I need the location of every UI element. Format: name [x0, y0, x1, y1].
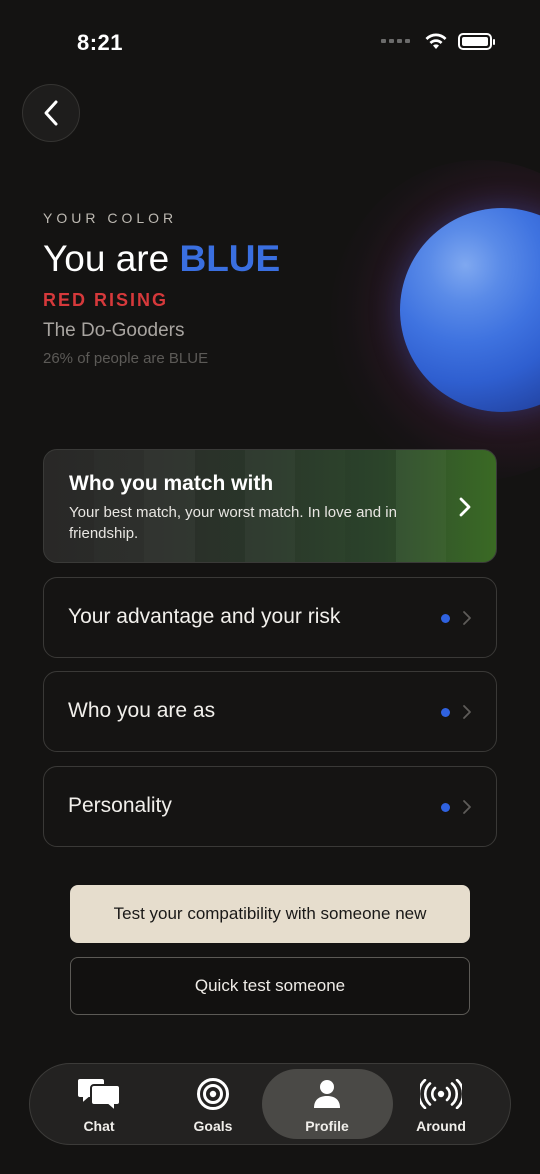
status-dot	[441, 803, 450, 812]
status-dot	[441, 708, 450, 717]
tab-goals[interactable]: Goals	[153, 1064, 273, 1144]
color-orb	[330, 150, 540, 490]
tab-label: Around	[416, 1118, 466, 1134]
tab-label: Chat	[83, 1118, 115, 1134]
list-item-label: Who you are as	[68, 699, 216, 722]
headline-color: BLUE	[179, 238, 281, 279]
back-button[interactable]	[22, 84, 80, 142]
battery-icon	[458, 32, 495, 50]
status-time: 8:21	[77, 30, 124, 55]
list-item-label: Your advantage and your risk	[68, 605, 341, 628]
chevron-left-icon	[44, 100, 58, 126]
percent-text: 26% of people are BLUE	[43, 350, 209, 367]
tab-label: Profile	[305, 1118, 349, 1134]
tab-chat[interactable]: Chat	[39, 1064, 159, 1144]
test-compatibility-button[interactable]: Test your compatibility with someone new	[70, 885, 470, 943]
match-card-description: Your best match, your worst match. In lo…	[69, 504, 397, 542]
status-dot	[441, 614, 450, 623]
chevron-right-icon	[459, 497, 471, 517]
chevron-right-icon	[463, 800, 471, 814]
broadcast-icon	[420, 1079, 462, 1109]
status-icons	[381, 32, 495, 50]
page-title: You are BLUE	[43, 238, 280, 280]
list-item-advantage-risk[interactable]: Your advantage and your risk	[43, 577, 497, 658]
status-bar: 8:21	[0, 0, 540, 90]
tab-around[interactable]: Around	[381, 1064, 501, 1144]
person-icon	[314, 1080, 340, 1108]
cellular-signal-icon	[381, 39, 410, 43]
headline-prefix: You are	[43, 238, 180, 279]
match-card-title: Who you match with	[69, 472, 274, 495]
rising-label: RED RISING	[43, 290, 169, 310]
chat-bubbles-icon	[76, 1077, 121, 1112]
tab-profile[interactable]: Profile	[267, 1064, 387, 1144]
match-card[interactable]: Who you match with Your best match, your…	[43, 449, 497, 563]
tab-bar: Chat Goals Profile Around	[29, 1063, 511, 1145]
quick-test-button[interactable]: Quick test someone	[70, 957, 470, 1015]
group-name: The Do-Gooders	[43, 320, 185, 341]
tab-label: Goals	[193, 1118, 233, 1134]
target-icon	[197, 1078, 229, 1110]
list-item-who-you-are-as[interactable]: Who you are as	[43, 671, 497, 752]
your-color-label: YOUR COLOR	[43, 210, 178, 226]
chevron-right-icon	[463, 705, 471, 719]
wifi-icon	[425, 33, 447, 49]
list-item-personality[interactable]: Personality	[43, 766, 497, 847]
chevron-right-icon	[463, 611, 471, 625]
list-item-label: Personality	[68, 794, 172, 817]
